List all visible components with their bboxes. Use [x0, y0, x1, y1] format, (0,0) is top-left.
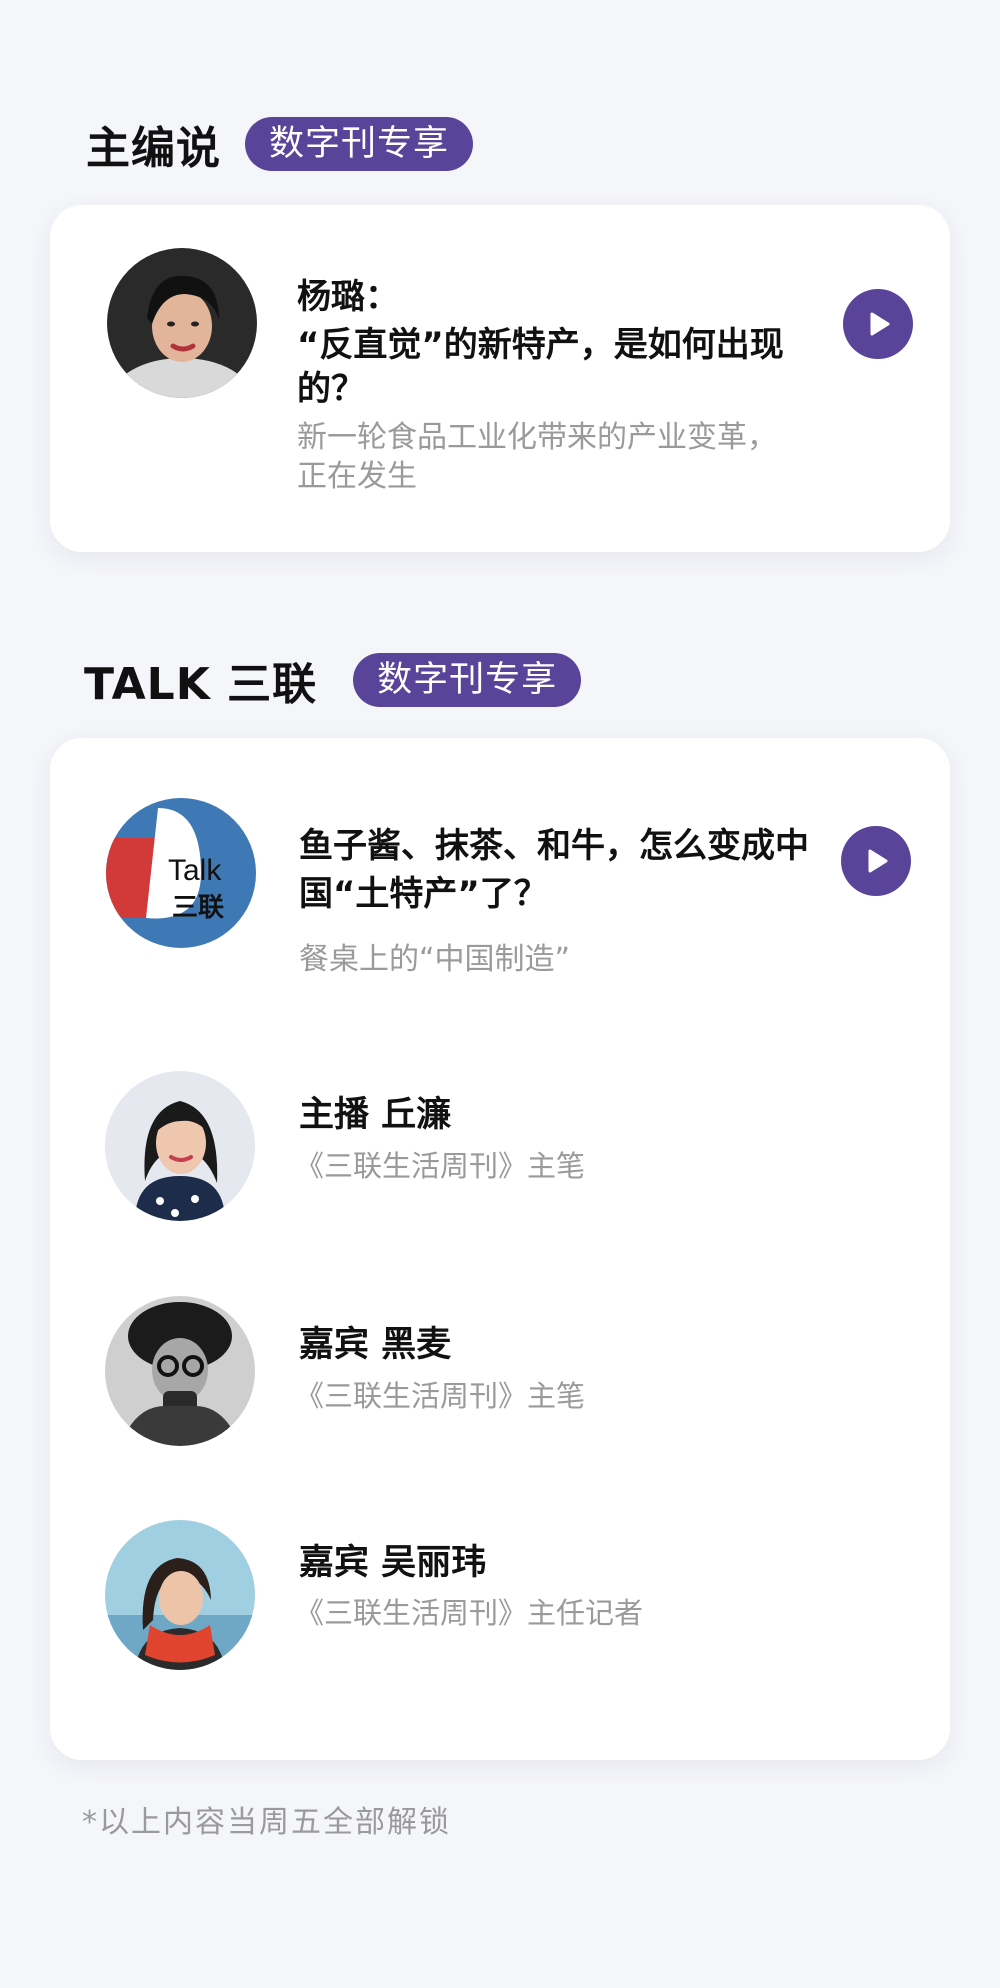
person-role: 《三联生活周刊》主笔 — [295, 1379, 586, 1413]
play-button[interactable] — [843, 289, 913, 359]
editor-item-title-line1: 杨璐： — [297, 277, 399, 317]
talk-card: Talk 三联 鱼子酱、抹茶、和牛，怎么变成中 国“土特产”了？ 餐桌上的“中国… — [50, 738, 950, 1760]
person-name: 嘉宾 黑麦 — [299, 1325, 452, 1365]
editor-item-title-line3: 的？ — [297, 369, 365, 409]
person-name: 嘉宾 吴丽玮 — [299, 1543, 487, 1583]
play-button[interactable] — [841, 826, 911, 896]
talk-logo-text-top: Talk — [168, 854, 222, 887]
editor-item-subtitle-line2: 正在发生 — [297, 459, 417, 494]
editor-item-title-line2: “反直觉”的新特产，是如何出现 — [297, 325, 784, 365]
episode-title-line2: 国“土特产”了？ — [299, 874, 548, 914]
editor-card[interactable]: 杨璐： “反直觉”的新特产，是如何出现 的？ 新一轮食品工业化带来的产业变革， … — [50, 205, 950, 552]
episode-subtitle: 餐桌上的“中国制造” — [299, 942, 571, 977]
host-avatar — [105, 1071, 255, 1221]
talk-logo: Talk 三联 — [106, 798, 256, 948]
digital-exclusive-badge: 数字刊专享 — [353, 653, 582, 707]
play-icon — [868, 849, 888, 873]
guest-avatar — [105, 1296, 255, 1446]
editor-section-header: 主编说 数字刊专享 — [86, 112, 474, 176]
editor-avatar — [107, 248, 257, 398]
digital-exclusive-badge: 数字刊专享 — [245, 117, 474, 171]
section-title: 主编说 — [86, 123, 221, 174]
play-icon — [870, 312, 890, 336]
person-role: 《三联生活周刊》主任记者 — [295, 1596, 644, 1630]
editor-item-subtitle-line1: 新一轮食品工业化带来的产业变革， — [297, 420, 777, 455]
guest-avatar — [105, 1520, 255, 1670]
talk-section-header: TALK 三联 数字刊专享 — [84, 648, 582, 712]
episode-title-line1: 鱼子酱、抹茶、和牛，怎么变成中 — [299, 826, 809, 866]
person-role: 《三联生活周刊》主笔 — [295, 1149, 586, 1183]
section-title: TALK 三联 — [84, 659, 318, 710]
person-name: 主播 丘濂 — [299, 1095, 452, 1135]
footnote: *以上内容当周五全部解锁 — [82, 1805, 451, 1840]
talk-logo-text-bottom: 三联 — [172, 893, 224, 923]
